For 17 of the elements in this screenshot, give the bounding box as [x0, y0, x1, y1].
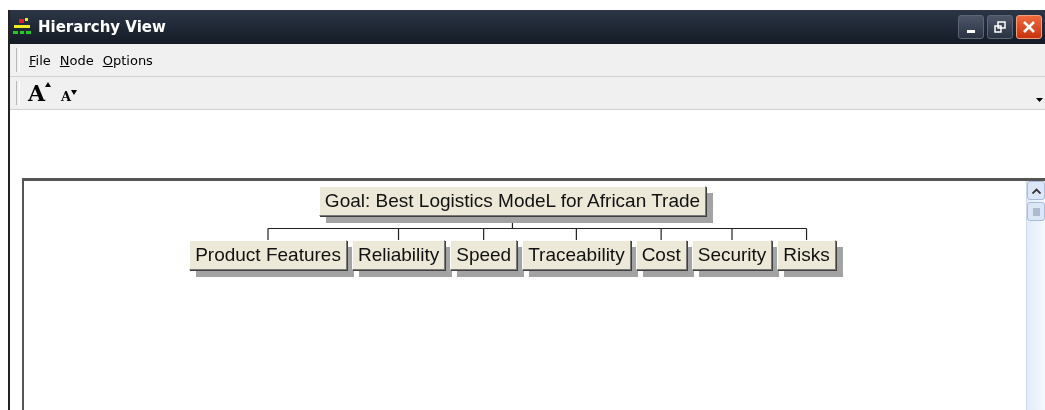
close-button[interactable] — [1016, 15, 1042, 39]
hierarchy-icon — [12, 18, 32, 36]
restore-button[interactable] — [987, 15, 1013, 39]
restore-icon — [994, 21, 1006, 33]
vertical-scrollbar[interactable] — [1026, 181, 1045, 410]
menu-item[interactable]: Options — [102, 52, 153, 68]
window-title: Hierarchy View — [38, 18, 167, 36]
scroll-up-button[interactable] — [1027, 181, 1045, 200]
close-icon — [1023, 21, 1035, 33]
grip-icon — [1032, 207, 1040, 216]
menu-item[interactable]: Node — [59, 52, 94, 68]
chevron-up-icon — [1031, 187, 1041, 194]
menu-item[interactable]: File — [29, 52, 51, 68]
scroll-thumb[interactable] — [1027, 202, 1045, 221]
minimize-button[interactable] — [958, 15, 984, 39]
dropdown-caret-icon[interactable] — [1036, 98, 1043, 102]
minimize-icon — [967, 29, 975, 33]
